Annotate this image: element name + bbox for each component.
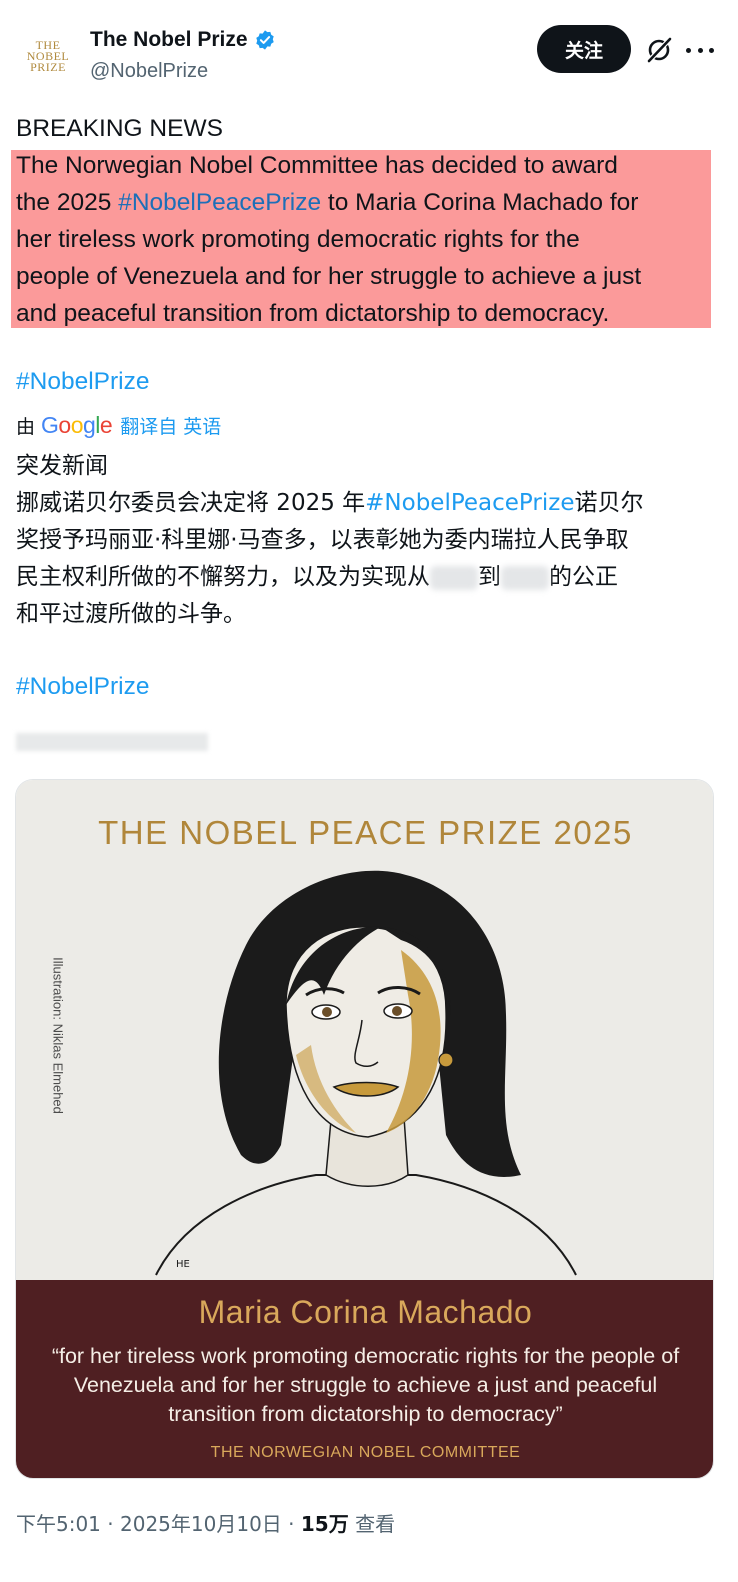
tweet-text-zh: 突发新闻 挪威诺贝尔委员会决定将 2025 年#NobelPeacePrize诺… (16, 448, 721, 633)
tweet-line-text: and peaceful transition from dictatorshi… (16, 300, 610, 327)
translated-by-row: 由 Google 翻译自 英语 (16, 410, 221, 440)
hashtag-link[interactable]: #NobelPrize (16, 368, 149, 396)
tweet-line: and peaceful transition from dictatorshi… (16, 295, 716, 332)
tweet-meta: 下午5:01 · 2025年10月10日 · 15万 查看 (16, 1508, 395, 1537)
blurred-line (16, 733, 208, 751)
portrait-illustration: HE (155, 870, 577, 1276)
blurred-text (430, 565, 478, 590)
display-name[interactable]: The Nobel Prize (90, 28, 248, 52)
translation-line: 民主权利所做的不懈努力，以及为实现从 到 的公正 (16, 559, 721, 596)
tweet-text-en: BREAKING NEWS The Norwegian Nobel Commit… (16, 110, 716, 332)
blurred-text (501, 565, 549, 590)
more-dot (686, 47, 691, 53)
translation-line-text: 到 (478, 564, 501, 590)
tweet-header: THE NOBEL PRIZE The Nobel Prize @NobelPr… (0, 0, 738, 100)
name-row: The Nobel Prize (90, 28, 276, 52)
more-dot (709, 47, 714, 53)
translation-line-text: 挪威诺贝尔委员会决定将 2025 年 (16, 490, 366, 516)
translation-heading: 突发新闻 (16, 453, 108, 479)
hashtag-link[interactable]: #NobelPeacePrize (365, 490, 574, 516)
follow-button[interactable]: 关注 (537, 25, 631, 73)
grok-icon[interactable] (645, 36, 673, 64)
translation-line: 奖授予玛丽亚·科里娜·马查多，以表彰她为委内瑞拉人民争取 (16, 522, 721, 559)
hashtag-link[interactable]: #NobelPrize (16, 673, 149, 701)
views-label: 查看 (355, 1512, 396, 1536)
laureate-name: Maria Corina Machado (198, 1294, 533, 1330)
more-dot (697, 47, 703, 53)
tweet-date[interactable]: 2025年10月10日 (120, 1512, 282, 1536)
tweet-time[interactable]: 下午5:01 (16, 1512, 101, 1536)
translated-by-label: 由 (16, 415, 36, 438)
committee-label: THE NORWEGIAN NOBEL COMMITTEE (210, 1444, 521, 1461)
prize-citation: “for her tireless work promoting democra… (51, 1344, 680, 1426)
translation-line-text: 和平过渡所做的斗争。 (16, 601, 246, 627)
tweet-line: The Norwegian Nobel Committee has decide… (16, 147, 716, 184)
avatar-line-3: PRIZE (30, 59, 66, 74)
svg-text:HE: HE (176, 1259, 190, 1270)
tweet-line: the 2025 #NobelPeacePrize to Maria Corin… (16, 184, 716, 221)
verified-badge-icon (255, 30, 274, 50)
meta-separator: · (288, 1512, 301, 1536)
view-count: 15万 (300, 1512, 349, 1536)
translated-from-link[interactable]: 翻译自 英语 (120, 412, 221, 439)
avatar[interactable]: THE NOBEL PRIZE (18, 26, 78, 86)
media-bottom-panel: Maria Corina Machado “for her tireless w… (16, 1280, 713, 1478)
translation-line-text: 奖授予玛丽亚·科里娜·马查多，以表彰她为委内瑞拉人民争取 (16, 527, 629, 553)
translation-line-text: 的公正 (549, 564, 618, 590)
media-image[interactable]: THE NOBEL PEACE PRIZE 2025 Illustration:… (15, 779, 714, 1479)
google-logo: Google (41, 411, 113, 438)
tweet-line-text: the 2025 (16, 189, 119, 216)
tweet-line: people of Venezuela and for her struggle… (16, 258, 716, 295)
translation-line: 挪威诺贝尔委员会决定将 2025 年#NobelPeacePrize诺贝尔 (16, 485, 721, 522)
tweet-line: her tireless work promoting democratic r… (16, 221, 716, 258)
translation-line-text: 民主权利所做的不懈努力，以及为实现从 (16, 564, 430, 590)
tweet-heading: BREAKING NEWS (16, 115, 223, 142)
media-top-panel: THE NOBEL PEACE PRIZE 2025 Illustration:… (16, 780, 713, 1280)
illustration-credit: Illustration: Niklas Elmehed (50, 957, 66, 1114)
tweet-line-text: her tireless work promoting democratic r… (16, 226, 580, 253)
tweet-line-text: The Norwegian Nobel Committee has decide… (16, 152, 618, 179)
more-icon[interactable] (686, 36, 714, 64)
media-title: THE NOBEL PEACE PRIZE 2025 (98, 814, 633, 851)
translation-line-text: 诺贝尔 (574, 490, 644, 516)
meta-separator: · (107, 1512, 120, 1536)
tweet-line-text: people of Venezuela and for her struggle… (16, 263, 642, 290)
handle[interactable]: @NobelPrize (90, 60, 208, 83)
hashtag-link[interactable]: #NobelPeacePrize (118, 189, 321, 216)
tweet-line-text: to Maria Corina Machado for (321, 189, 639, 216)
translation-line: 和平过渡所做的斗争。 (16, 596, 721, 633)
